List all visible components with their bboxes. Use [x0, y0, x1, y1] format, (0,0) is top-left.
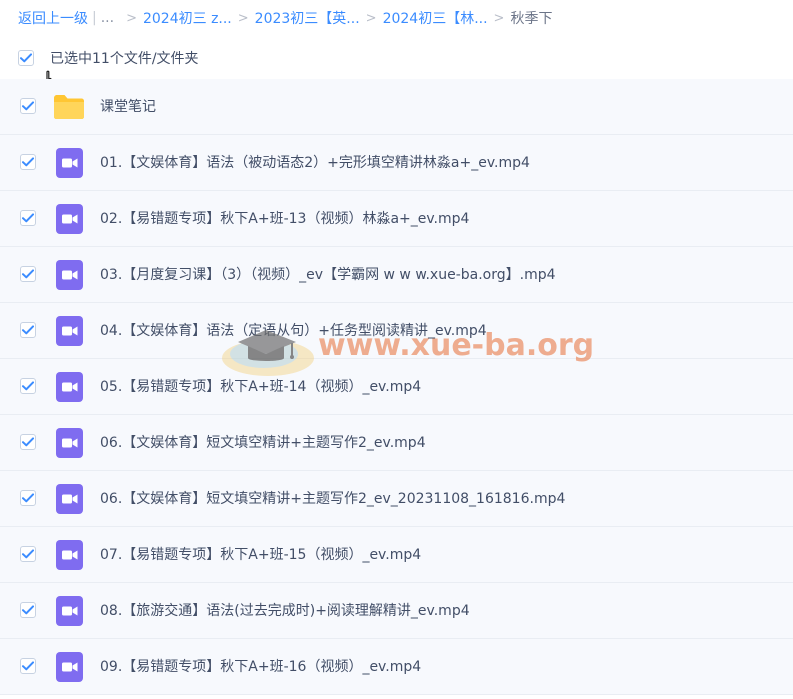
back-link[interactable]: 返回上一级	[18, 8, 88, 28]
chevron-right-icon: >	[237, 10, 249, 26]
check-icon	[22, 381, 34, 391]
check-icon	[22, 549, 34, 559]
check-icon	[22, 325, 34, 335]
check-icon	[22, 157, 34, 167]
file-name[interactable]: 05.【易错题专项】秋下A+班-14（视频）_ev.mp4	[100, 359, 421, 415]
file-row-video[interactable]: 09.【易错题专项】秋下A+班-16（视频）_ev.mp4	[0, 639, 793, 695]
file-name[interactable]: 02.【易错题专项】秋下A+班-13（视频）林淼a+_ev.mp4	[100, 191, 469, 247]
breadcrumb-ellipsis[interactable]: ...	[101, 10, 114, 26]
row-checkbox[interactable]	[20, 490, 36, 506]
row-checkbox[interactable]	[20, 154, 36, 170]
video-file-icon	[53, 540, 85, 570]
check-icon	[22, 437, 34, 447]
breadcrumb-item[interactable]: 2024初三【林...	[383, 8, 488, 28]
check-icon	[20, 53, 32, 63]
file-list: 课堂笔记 01.【文娱体育】语法（被动语态2）+完形填空精讲林淼a+_ev.mp…	[0, 79, 793, 695]
chevron-right-icon: >	[365, 10, 377, 26]
folder-icon	[53, 92, 85, 122]
file-row-video[interactable]: 06.【文娱体育】短文填空精讲+主题写作2_ev.mp4	[0, 415, 793, 471]
row-checkbox[interactable]	[20, 322, 36, 338]
check-icon	[22, 493, 34, 503]
video-file-icon	[53, 372, 85, 402]
row-checkbox[interactable]	[20, 210, 36, 226]
row-checkbox[interactable]	[20, 378, 36, 394]
file-row-video[interactable]: 05.【易错题专项】秋下A+班-14（视频）_ev.mp4	[0, 359, 793, 415]
check-icon	[22, 269, 34, 279]
file-name[interactable]: 04.【文娱体育】语法（定语从句）+任务型阅读精讲_ev.mp4	[100, 303, 487, 359]
file-row-folder[interactable]: 课堂笔记	[0, 79, 793, 135]
file-row-video[interactable]: 08.【旅游交通】语法(过去完成时)+阅读理解精讲_ev.mp4	[0, 583, 793, 639]
video-file-icon	[53, 204, 85, 234]
select-all-checkbox[interactable]	[18, 50, 34, 66]
breadcrumb-pipe: |	[92, 10, 97, 26]
selection-count-label: 已选中11个文件/文件夹	[50, 51, 199, 67]
check-icon	[22, 101, 34, 111]
check-icon	[22, 661, 34, 671]
file-name[interactable]: 07.【易错题专项】秋下A+班-15（视频）_ev.mp4	[100, 527, 421, 583]
video-file-icon	[53, 260, 85, 290]
breadcrumb-current: 秋季下	[510, 11, 553, 27]
file-name[interactable]: 08.【旅游交通】语法(过去完成时)+阅读理解精讲_ev.mp4	[100, 583, 470, 639]
video-file-icon	[53, 484, 85, 514]
breadcrumb-item[interactable]: 2024初三 z...	[143, 8, 232, 28]
file-browser: 返回上一级 | ... > 2024初三 z... > 2023初三【英... …	[0, 0, 793, 699]
file-row-video[interactable]: 02.【易错题专项】秋下A+班-13（视频）林淼a+_ev.mp4	[0, 191, 793, 247]
file-name[interactable]: 01.【文娱体育】语法（被动语态2）+完形填空精讲林淼a+_ev.mp4	[100, 135, 530, 191]
file-name[interactable]: 课堂笔记	[100, 79, 156, 135]
row-checkbox[interactable]	[20, 98, 36, 114]
row-checkbox[interactable]	[20, 602, 36, 618]
row-checkbox[interactable]	[20, 658, 36, 674]
video-file-icon	[53, 148, 85, 178]
check-icon	[22, 605, 34, 615]
file-row-video[interactable]: 03.【月度复习课】（3）（视频）_ev【学霸网 w w w.xue-ba.or…	[0, 247, 793, 303]
file-row-video[interactable]: 01.【文娱体育】语法（被动语态2）+完形填空精讲林淼a+_ev.mp4	[0, 135, 793, 191]
file-name[interactable]: 03.【月度复习课】（3）（视频）_ev【学霸网 w w w.xue-ba.or…	[100, 247, 556, 303]
row-checkbox[interactable]	[20, 546, 36, 562]
check-icon	[22, 213, 34, 223]
file-name[interactable]: 09.【易错题专项】秋下A+班-16（视频）_ev.mp4	[100, 639, 421, 695]
breadcrumb-item[interactable]: 2023初三【英...	[255, 8, 360, 28]
file-row-video[interactable]: 04.【文娱体育】语法（定语从句）+任务型阅读精讲_ev.mp4	[0, 303, 793, 359]
video-file-icon	[53, 596, 85, 626]
file-name[interactable]: 06.【文娱体育】短文填空精讲+主题写作2_ev_20231108_161816…	[100, 471, 565, 527]
video-file-icon	[53, 316, 85, 346]
file-name[interactable]: 06.【文娱体育】短文填空精讲+主题写作2_ev.mp4	[100, 415, 426, 471]
row-checkbox[interactable]	[20, 266, 36, 282]
video-file-icon	[53, 652, 85, 682]
file-row-video[interactable]: 07.【易错题专项】秋下A+班-15（视频）_ev.mp4	[0, 527, 793, 583]
chevron-right-icon: >	[126, 10, 137, 26]
row-checkbox[interactable]	[20, 434, 36, 450]
video-file-icon	[53, 428, 85, 458]
file-row-video[interactable]: 06.【文娱体育】短文填空精讲+主题写作2_ev_20231108_161816…	[0, 471, 793, 527]
selection-header: 已选中11个文件/文件夹	[18, 46, 199, 70]
chevron-right-icon: >	[493, 10, 505, 26]
breadcrumb: 返回上一级 | ... > 2024初三 z... > 2023初三【英... …	[18, 7, 552, 29]
